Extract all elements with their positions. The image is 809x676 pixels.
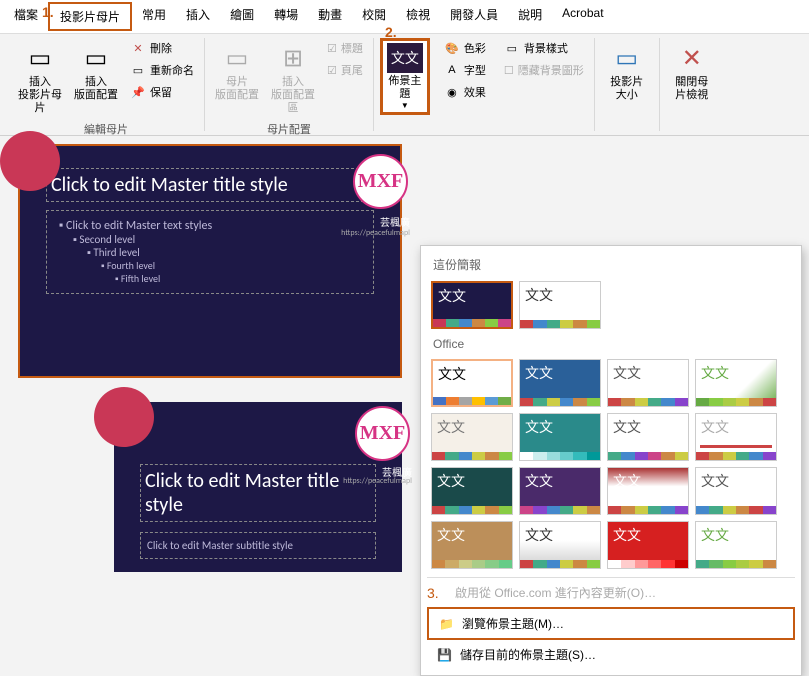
theme-swatch[interactable]: 文文: [695, 521, 777, 569]
layout-icon: ▭: [80, 42, 112, 74]
fonts-icon: A: [444, 62, 460, 78]
colors-button[interactable]: 🎨色彩: [440, 38, 490, 58]
theme-swatch[interactable]: 文文: [431, 521, 513, 569]
rename-button[interactable]: ▭重新命名: [126, 60, 198, 80]
logo-subtitle: 芸楓廣: [380, 214, 410, 229]
folder-icon: 📁: [439, 617, 454, 631]
master-layout-icon: ▭: [221, 42, 253, 74]
menu-view[interactable]: 檢視: [396, 2, 440, 31]
browse-themes-link[interactable]: 📁 瀏覽佈景主題(M)…: [427, 607, 795, 640]
checkbox-icon: ☑: [327, 42, 337, 55]
theme-swatch[interactable]: 文文: [607, 359, 689, 407]
menubar: 檔案 投影片母片 常用 插入 繪圖 轉場 動畫 校閱 檢視 開發人員 說明 Ac…: [0, 0, 809, 34]
save-theme-link[interactable]: 💾 儲存目前的佈景主題(S)…: [427, 640, 795, 669]
effects-icon: ◉: [444, 84, 460, 100]
insert-slide-master-button[interactable]: ▭ 插入 投影片母片: [14, 38, 66, 119]
slide-thumbnails: MXF 芸楓廣 https://peacefulmapl Click to ed…: [0, 136, 420, 580]
theme-swatch[interactable]: 文文: [695, 413, 777, 461]
logo-url: https://peacefulmapl: [341, 228, 410, 238]
slide-size-icon: ▭: [611, 42, 643, 74]
close-icon: ✕: [676, 42, 708, 74]
theme-swatch[interactable]: 文文: [519, 281, 601, 329]
menu-help[interactable]: 說明: [508, 2, 552, 31]
layout-title[interactable]: Click to edit Master title style: [140, 464, 376, 522]
layout-slide-thumb[interactable]: MXF 芸楓廣 https://peacefulmapl Click to ed…: [18, 402, 402, 572]
themes-icon: 文文: [387, 43, 423, 73]
theme-swatch[interactable]: 文文: [431, 467, 513, 515]
theme-swatch[interactable]: 文文: [519, 521, 601, 569]
effects-button[interactable]: ◉效果: [440, 82, 490, 102]
hide-bg-checkbox: ☐隱藏背景圖形: [500, 60, 588, 80]
master-body[interactable]: Click to edit Master text styles Second …: [46, 210, 374, 294]
preserve-icon: 📌: [130, 84, 146, 100]
footer-checkbox: ☑頁尾: [323, 60, 367, 80]
placeholder-icon: ⊞: [277, 42, 309, 74]
master-slide-thumb[interactable]: MXF 芸楓廣 https://peacefulmapl Click to ed…: [18, 144, 402, 378]
slide-size-button[interactable]: ▭ 投影片 大小: [601, 38, 653, 106]
save-icon: 💾: [437, 648, 452, 662]
master-title[interactable]: Click to edit Master title style: [46, 168, 374, 202]
menu-transitions[interactable]: 轉場: [264, 2, 308, 31]
menu-draw[interactable]: 繪圖: [220, 2, 264, 31]
annotation-2: 2.: [385, 24, 397, 40]
dd-section-office: Office: [427, 333, 795, 355]
decorative-circle: [94, 387, 154, 447]
checkbox-icon: ☑: [327, 64, 337, 77]
menu-animations[interactable]: 動畫: [308, 2, 352, 31]
theme-swatch[interactable]: 文文: [607, 467, 689, 515]
theme-swatch-current[interactable]: 文文: [431, 281, 513, 329]
logo-url: https://peacefulmapl: [343, 476, 412, 486]
bg-icon: ▭: [504, 40, 520, 56]
insert-layout-button[interactable]: ▭ 插入 版面配置: [70, 38, 122, 106]
delete-button[interactable]: ✕刪除: [126, 38, 198, 58]
delete-icon: ✕: [130, 40, 146, 56]
fonts-button[interactable]: A字型: [440, 60, 490, 80]
preserve-button[interactable]: 📌保留: [126, 82, 198, 102]
menu-home[interactable]: 常用: [132, 2, 176, 31]
theme-swatch[interactable]: 文文: [431, 413, 513, 461]
theme-swatch[interactable]: 文文: [519, 359, 601, 407]
menu-slide-master[interactable]: 投影片母片: [48, 2, 132, 31]
theme-swatch[interactable]: 文文: [607, 413, 689, 461]
theme-swatch[interactable]: 文文: [695, 467, 777, 515]
annotation-1: 1.: [42, 4, 54, 20]
menu-acrobat[interactable]: Acrobat: [552, 2, 613, 31]
slide-master-icon: ▭: [24, 42, 56, 74]
themes-dropdown: 這份簡報 文文 文文 Office 文文 文文 文文 文文 文文 文文 文文 文…: [420, 245, 802, 676]
annotation-3: 3.: [427, 585, 439, 601]
theme-swatch[interactable]: 文文: [607, 521, 689, 569]
group-layout-label: 母片配置: [211, 119, 367, 137]
theme-swatch[interactable]: 文文: [431, 359, 513, 407]
menu-developer[interactable]: 開發人員: [440, 2, 508, 31]
theme-swatch[interactable]: 文文: [519, 467, 601, 515]
master-layout-button: ▭ 母片 版面配置: [211, 38, 263, 106]
update-from-office-link: 3. 啟用從 Office.com 進行內容更新(O)…: [427, 578, 795, 607]
themes-button[interactable]: 文文 佈景主題 ▼: [380, 38, 430, 115]
menu-insert[interactable]: 插入: [176, 2, 220, 31]
theme-swatch[interactable]: 文文: [519, 413, 601, 461]
bg-styles-button[interactable]: ▭背景樣式: [500, 38, 588, 58]
rename-icon: ▭: [130, 62, 146, 78]
title-checkbox: ☑標題: [323, 38, 367, 58]
decorative-circle: [0, 131, 60, 191]
checkbox-icon: ☐: [504, 64, 514, 77]
mxf-logo: MXF: [355, 406, 410, 461]
layout-subtitle[interactable]: Click to edit Master subtitle style: [140, 532, 376, 559]
chevron-down-icon: ▼: [401, 101, 409, 110]
ribbon: ▭ 插入 投影片母片 ▭ 插入 版面配置 ✕刪除 ▭重新命名 📌保留 編輯母片 …: [0, 34, 809, 136]
close-master-button[interactable]: ✕ 關閉母 片檢視: [666, 38, 718, 106]
insert-placeholder-button: ⊞ 插入 版面配置區: [267, 38, 319, 119]
colors-icon: 🎨: [444, 40, 460, 56]
mxf-logo: MXF: [353, 154, 408, 209]
dd-section-this: 這份簡報: [427, 252, 795, 277]
theme-swatch[interactable]: 文文: [695, 359, 777, 407]
